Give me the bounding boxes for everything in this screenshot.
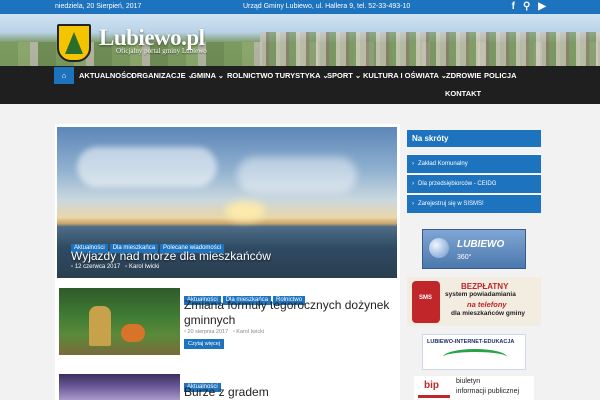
- hay-figure: [89, 306, 111, 346]
- nav-item-organizacje[interactable]: ORGANIZACJE ⌄: [128, 67, 197, 84]
- article-thumbnail[interactable]: [59, 374, 180, 400]
- site-tagline: Oficjalny portal gminy Lubiewo: [116, 47, 207, 55]
- sidebar-link-label: Dla przedsiębiorców - CEIDG: [418, 181, 497, 187]
- bip-banner[interactable]: bip biuletyn informacji publicznej: [414, 376, 534, 400]
- article-title[interactable]: Zmiana formuły tegorocznych dożynek gmin…: [184, 298, 394, 328]
- article-thumbnail[interactable]: [59, 288, 180, 355]
- article-title[interactable]: Burze z gradem: [184, 385, 269, 399]
- swoosh-graphic: [443, 349, 507, 365]
- promo-line-1: BEZPŁATNY: [461, 282, 509, 291]
- hero-sun-glow: [225, 201, 265, 221]
- phone-label: SMS: [419, 295, 433, 301]
- lubiewo-360-banner[interactable]: LUBIEWO 360°: [422, 229, 526, 269]
- hero-cloud: [77, 147, 217, 187]
- phone-icon: SMS: [412, 281, 440, 323]
- nav-item-policja[interactable]: POLICJA: [481, 67, 520, 84]
- nav-item-kontakt[interactable]: KONTAKT: [442, 85, 484, 102]
- sms-notification-banner[interactable]: SMS BEZPŁATNY system powiadamiania na te…: [407, 277, 541, 326]
- calendar-icon: ▫: [71, 264, 74, 270]
- internet-education-banner[interactable]: LUBIEWO-INTERNET-EDUKACJA: [422, 334, 526, 370]
- promo-line-2: system powiadamiania: [445, 291, 516, 298]
- banner-360-suffix: 360°: [457, 254, 472, 261]
- nav-item-sport[interactable]: SPORT ⌄: [324, 67, 364, 84]
- hero-cloud: [237, 157, 357, 193]
- main-nav: ⌂ AKTUALNOŚCI ORGANIZACJE ⌄ GMINA ⌄ ROLN…: [0, 66, 600, 104]
- sidebar-link-label: Zarejestruj się w SISMS!: [418, 201, 484, 207]
- bip-line-1: biuletyn: [456, 378, 481, 385]
- nav-item-gmina[interactable]: GMINA ⌄: [188, 67, 227, 84]
- bip-logo: bip: [418, 378, 450, 398]
- chevron-right-icon: ›: [412, 181, 414, 187]
- article-date: 20 sierpnia 2017: [187, 329, 229, 335]
- coat-of-arms-logo[interactable]: [57, 24, 91, 62]
- sidebar-link-ceidg[interactable]: › Dla przedsiębiorców - CEIDG: [407, 174, 541, 193]
- edu-banner-text: LUBIEWO-INTERNET-EDUKACJA: [427, 339, 515, 345]
- nav-item-rolnictwo[interactable]: ROLNICTWO: [224, 67, 276, 84]
- chevron-right-icon: ›: [412, 161, 414, 167]
- top-bar: niedziela, 20 Sierpień, 2017 Urząd Gminy…: [0, 0, 600, 14]
- user-icon: ▫: [232, 329, 235, 335]
- globe-icon: [429, 238, 449, 258]
- chevron-right-icon: ›: [412, 201, 414, 207]
- calendar-icon: ▫: [184, 329, 186, 335]
- banner-360-name: LUBIEWO: [457, 239, 505, 250]
- nav-item-kultura[interactable]: KULTURA I OŚWIATA ⌄: [360, 67, 450, 84]
- tree-icon: [65, 32, 83, 54]
- youtube-icon[interactable]: ▶: [538, 1, 546, 12]
- featured-meta: ▫ 12 czerwca 2017 ▫ Karol Iwicki: [71, 264, 159, 270]
- sidebar-link-zaklad[interactable]: › Zakład Komunalny: [407, 154, 541, 173]
- article-author[interactable]: Karol Iwicki: [236, 329, 264, 335]
- article-meta: ▫ 20 sierpnia 2017 ▫ Karol Iwicki: [184, 329, 264, 335]
- home-icon[interactable]: ⌂: [54, 67, 74, 84]
- facebook-icon[interactable]: f: [512, 1, 515, 12]
- featured-author[interactable]: Karol Iwicki: [129, 264, 159, 270]
- bip-logo-text: bip: [424, 380, 439, 391]
- featured-date: 12 czerwca 2017: [74, 264, 121, 270]
- user-icon: ▫: [125, 264, 128, 270]
- nav-item-zdrowie[interactable]: ZDROWIE: [443, 67, 484, 84]
- bip-line-2: informacji publicznej: [456, 388, 520, 395]
- pumpkins: [121, 324, 145, 342]
- nav-item-turystyka[interactable]: TURYSTYKA ⌄: [272, 67, 332, 84]
- office-address: Urząd Gminy Lubiewo, ul. Hallera 9, tel.…: [243, 3, 411, 10]
- promo-line-4: dla mieszkańców gminy: [451, 310, 526, 317]
- sidebar-heading: Na skróty: [407, 130, 541, 147]
- promo-line-3: na telefony: [467, 300, 507, 309]
- read-more-button[interactable]: Czytaj więcej: [184, 339, 225, 349]
- social-links: f ⚲ ▶: [512, 1, 546, 12]
- banner-town: [260, 32, 600, 66]
- featured-title[interactable]: Wyjazdy nad morze dla mieszkańców: [71, 249, 271, 263]
- sidebar-link-sisms[interactable]: › Zarejestruj się w SISMS!: [407, 194, 541, 213]
- sidebar-link-label: Zakład Komunalny: [418, 161, 468, 167]
- search-icon[interactable]: ⚲: [523, 1, 530, 12]
- current-date: niedziela, 20 Sierpień, 2017: [55, 3, 142, 10]
